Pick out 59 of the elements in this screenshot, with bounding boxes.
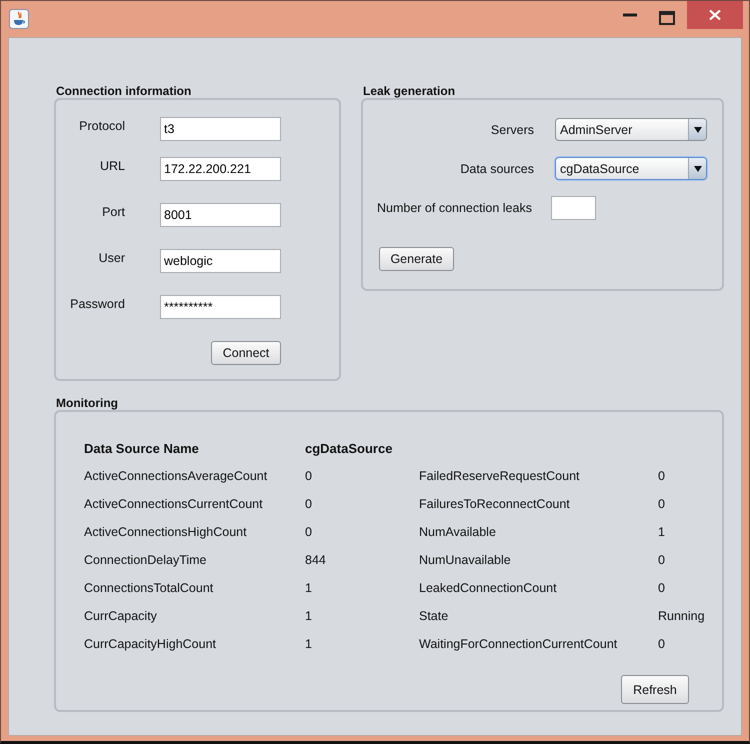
metric-name: FailuresToReconnectCount [419,497,571,511]
caret-icon [694,166,702,172]
input-field[interactable]: 172.22.200.221 [160,157,281,181]
metric-name: NumAvailable [419,525,497,539]
metric-value: 1 [305,637,313,651]
maximize-icon[interactable] [659,11,675,25]
metric-name: NumUnavailable [419,553,512,567]
refresh-button[interactable]: Refresh [621,675,689,704]
metric-name: CurrCapacity [84,609,158,623]
dropdown[interactable]: cgDataSource [555,157,707,180]
dropdown-label: Servers [490,122,534,136]
field-label: Protocol [78,118,125,133]
metric-value: 0 [305,497,313,511]
metric-value: 844 [305,553,327,567]
metric-value: 0 [658,637,666,651]
connect-button[interactable]: Connect [211,341,281,365]
field-label: Port [101,204,125,219]
metric-name: CurrCapacityHighCount [84,637,218,651]
dropdown-label: Data sources [459,162,534,176]
metric-value: 0 [305,469,313,483]
section-title: Monitoring [55,396,119,410]
metric-value: 1 [305,609,313,623]
metric-name: FailedReserveRequestCount [419,469,581,483]
close-icon [709,10,721,20]
column-header: Data Source Name [84,441,200,456]
generate-button[interactable]: Generate [379,247,454,271]
caret-icon [694,126,702,132]
close-button[interactable] [687,1,743,29]
field-label: URL [98,158,125,173]
section-title: Connection information [55,84,192,98]
metric-name: State [419,609,450,623]
metric-value: 1 [658,525,666,539]
metric-value: 0 [658,553,666,567]
metric-name: LeakedConnectionCount [419,581,558,595]
input-field[interactable]: weblogic [160,249,281,273]
data-source-name: cgDataSource [305,441,394,456]
metric-value: 0 [658,469,666,483]
metric-name: WaitingForConnectionCurrentCount [419,637,618,651]
metric-value: 1 [305,581,313,595]
metric-value: 0 [305,525,313,539]
metric-name: ActiveConnectionsHighCount [84,525,248,539]
input-field[interactable]: ********** [160,295,281,319]
metric-value: 0 [658,581,666,595]
metric-name: ConnectionDelayTime [84,553,208,567]
input-field[interactable]: 8001 [160,203,281,227]
dropdown[interactable]: AdminServer [555,118,707,141]
input-field[interactable] [551,196,596,220]
input-field[interactable]: t3 [160,117,281,141]
metric-name: ActiveConnectionsCurrentCount [84,497,264,511]
field-label: User [98,250,125,265]
app-icon [9,9,29,29]
field-label: Number of connection leaks [376,201,533,215]
metric-name: ConnectionsTotalCount [84,581,214,595]
metric-name: ActiveConnectionsAverageCount [84,469,268,483]
section-title: Leak generation [362,84,456,98]
metric-value: 0 [658,497,666,511]
field-label: Password [69,296,125,311]
minimize-icon[interactable] [623,13,637,17]
metric-value: Running [658,609,706,623]
